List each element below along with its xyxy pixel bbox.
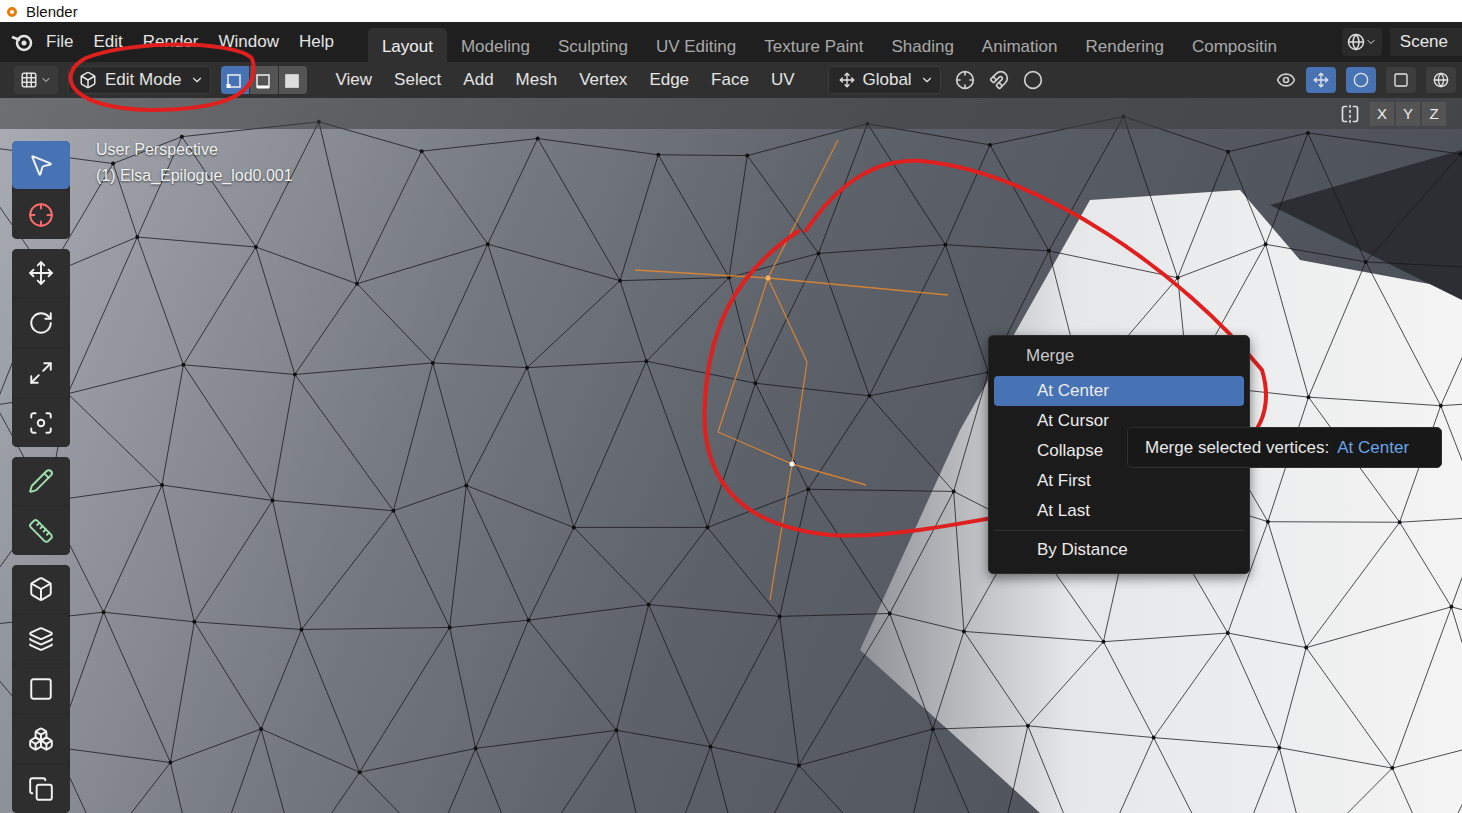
select-tool[interactable]: [12, 141, 70, 189]
select-mode-group: [221, 66, 307, 94]
visibility-icon[interactable]: [1276, 70, 1296, 90]
scene-selector[interactable]: Scene: [1342, 28, 1462, 56]
inset-tool[interactable]: [12, 665, 70, 713]
workspace-tab[interactable]: Compositin: [1178, 28, 1291, 62]
tool-group: [12, 565, 70, 813]
transform-tool[interactable]: [12, 399, 70, 447]
toolbar: [12, 141, 70, 813]
select-mode-button[interactable]: [221, 66, 249, 94]
viewport-header: Edit Mode ViewSelectAddMeshVertexEdgeFace…: [0, 62, 1462, 98]
scene-name[interactable]: Scene: [1390, 28, 1462, 56]
menu-item[interactable]: Window: [208, 26, 288, 58]
measure-tool[interactable]: [12, 507, 70, 555]
gizmo-button[interactable]: [1306, 67, 1336, 93]
axis-toggle[interactable]: Z: [1422, 102, 1446, 126]
header-menu[interactable]: Select: [383, 66, 452, 94]
overlay-button[interactable]: [1346, 67, 1376, 93]
scene-icon[interactable]: [1342, 28, 1382, 56]
editor-type-dropdown[interactable]: [14, 66, 58, 94]
annotate-tool[interactable]: [12, 457, 70, 505]
blender-window: Blender FileEditRenderWindowHelp LayoutMod…: [0, 0, 1462, 813]
header-menu[interactable]: View: [325, 66, 384, 94]
header-menu[interactable]: Add: [452, 66, 504, 94]
menu-separator: [994, 530, 1244, 531]
menu-item[interactable]: File: [36, 26, 83, 58]
mirror-icon[interactable]: [1340, 104, 1360, 124]
vertex-mode-icon: [226, 71, 244, 89]
proportional-icon[interactable]: [1023, 70, 1043, 90]
tooltip: Merge selected vertices:At Center: [1127, 427, 1442, 468]
title-bar: Blender: [0, 0, 1462, 22]
cursor-tool[interactable]: [12, 191, 70, 239]
viewport-info: User Perspective (1) Elsa_Epilogue_lod0.0…: [96, 141, 293, 813]
axis-toggle[interactable]: X: [1370, 102, 1394, 126]
merge-option[interactable]: At Last: [994, 496, 1244, 526]
blender-menu-icon[interactable]: [10, 31, 36, 53]
extrude-tool[interactable]: [12, 615, 70, 663]
workspace-tab[interactable]: UV Editing: [642, 28, 750, 62]
overlay-controls: [1276, 67, 1462, 93]
workspace-tab[interactable]: Sculpting: [544, 28, 642, 62]
window-title: Blender: [26, 3, 78, 20]
workspace-tab[interactable]: Layout: [368, 28, 447, 62]
viewport-tool-header: XYZ: [0, 98, 1462, 129]
scale-tool[interactable]: [12, 349, 70, 397]
rotate-tool[interactable]: [12, 299, 70, 347]
header-tools: Global: [828, 66, 1462, 94]
tool-group: [12, 249, 70, 447]
select-mode-button[interactable]: [279, 66, 307, 94]
tooltip-value: At Center: [1337, 438, 1409, 458]
shading-button[interactable]: [1426, 67, 1456, 93]
header-menu[interactable]: Edge: [638, 66, 700, 94]
header-menus: ViewSelectAddMeshVertexEdgeFaceUV: [325, 66, 806, 94]
tool-group: [12, 457, 70, 555]
header-menu[interactable]: Face: [700, 66, 760, 94]
orientation-dropdown[interactable]: Global: [828, 66, 941, 94]
menu-item[interactable]: Render: [133, 26, 209, 58]
pivot-icon[interactable]: [955, 70, 975, 90]
merge-option[interactable]: At Center: [994, 376, 1244, 406]
top-bar: FileEditRenderWindowHelpLayoutModelingSc…: [0, 22, 1462, 62]
workspace-tab[interactable]: Rendering: [1071, 28, 1177, 62]
bevel-tool[interactable]: [12, 715, 70, 763]
menu-item[interactable]: Help: [289, 26, 344, 58]
header-menu[interactable]: Vertex: [568, 66, 638, 94]
header-menu[interactable]: UV: [760, 66, 806, 94]
workspace-tab[interactable]: Animation: [968, 28, 1072, 62]
merge-option[interactable]: At First: [994, 466, 1244, 496]
snap-icon[interactable]: [989, 70, 1009, 90]
workspace-tabs: LayoutModelingSculptingUV EditingTexture…: [368, 22, 1342, 62]
menu-title: Merge: [994, 342, 1244, 376]
workspace-tab[interactable]: Modeling: [447, 28, 544, 62]
workspace-tab[interactable]: Texture Paint: [750, 28, 877, 62]
xray-button[interactable]: [1386, 67, 1416, 93]
add-cube-tool[interactable]: [12, 565, 70, 613]
edge-mode-icon: [255, 71, 273, 89]
blender-logo-icon: [4, 4, 18, 18]
face-mode-icon: [284, 71, 302, 89]
axis-toggle[interactable]: Y: [1396, 102, 1420, 126]
menu-item[interactable]: Edit: [83, 26, 132, 58]
mode-dropdown[interactable]: Edit Mode: [68, 66, 211, 94]
workspace-tab[interactable]: Shading: [877, 28, 967, 62]
merge-option[interactable]: By Distance: [994, 535, 1244, 565]
header-menu[interactable]: Mesh: [505, 66, 569, 94]
move-tool[interactable]: [12, 249, 70, 297]
loopcut-tool[interactable]: [12, 765, 70, 813]
object-name: (1) Elsa_Epilogue_lod0.001: [96, 167, 293, 185]
view-name: User Perspective: [96, 141, 293, 159]
select-mode-button[interactable]: [250, 66, 278, 94]
tool-group: [12, 141, 70, 239]
